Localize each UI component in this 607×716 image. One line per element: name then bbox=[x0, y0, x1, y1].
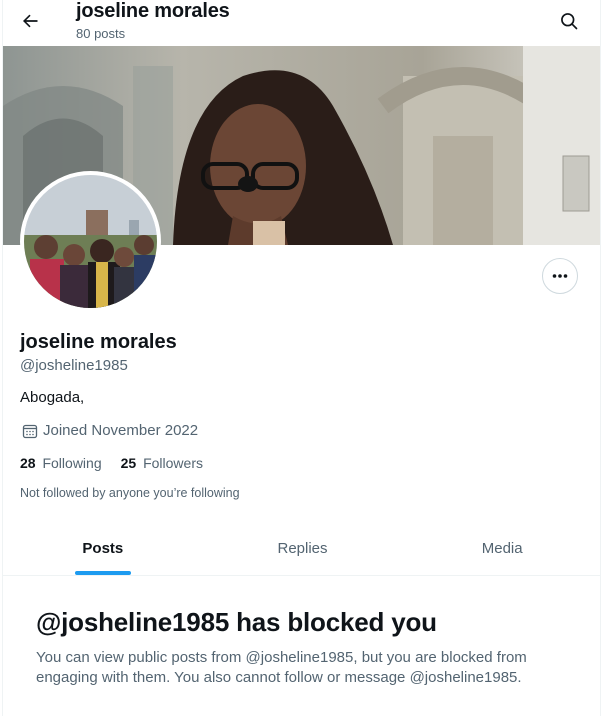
more-dots-icon bbox=[552, 274, 568, 278]
search-button[interactable] bbox=[554, 6, 584, 36]
arrow-left-icon bbox=[23, 14, 38, 28]
avatar-photo bbox=[24, 175, 157, 308]
not-followed-note: Not followed by anyone you’re following bbox=[20, 486, 240, 500]
following-count: 28 bbox=[20, 455, 36, 471]
back-button[interactable] bbox=[15, 6, 45, 36]
joined-text: Joined November 2022 bbox=[43, 422, 199, 439]
profile-tabs: Posts Replies Media bbox=[3, 521, 600, 576]
follow-stats: 28 Following 25 Followers bbox=[20, 455, 222, 471]
tab-replies[interactable]: Replies bbox=[203, 521, 403, 575]
header-title: joseline morales bbox=[76, 0, 230, 22]
search-icon bbox=[561, 13, 578, 30]
profile-page: joseline morales 80 posts joseline moral… bbox=[2, 0, 601, 716]
top-bar: joseline morales 80 posts bbox=[3, 0, 600, 46]
profile-name: joseline morales bbox=[20, 331, 177, 353]
header-posts-count: 80 posts bbox=[76, 26, 126, 41]
following-label: Following bbox=[42, 455, 102, 471]
tab-media-label: Media bbox=[481, 539, 523, 557]
followers-count: 25 bbox=[120, 455, 137, 471]
profile-bio: Abogada, bbox=[20, 389, 85, 406]
profile-handle: @josheline1985 bbox=[20, 357, 128, 374]
followers-link[interactable]: 25 Followers bbox=[121, 455, 203, 471]
tab-posts[interactable]: Posts bbox=[3, 521, 203, 575]
following-link[interactable]: 28 Following bbox=[20, 455, 102, 471]
tab-media[interactable]: Media bbox=[402, 521, 600, 575]
profile-avatar[interactable] bbox=[20, 171, 161, 312]
joined-date: Joined November 2022 bbox=[20, 422, 198, 439]
more-options-button[interactable] bbox=[542, 258, 578, 294]
tab-posts-label: Posts bbox=[82, 539, 124, 557]
followers-label: Followers bbox=[143, 455, 203, 471]
tab-replies-label: Replies bbox=[277, 539, 328, 557]
calendar-icon bbox=[22, 424, 38, 438]
blocked-title: @josheline1985 has blocked you bbox=[36, 607, 437, 637]
blocked-message: You can view public posts from @joshelin… bbox=[36, 649, 527, 686]
active-tab-indicator bbox=[74, 571, 131, 575]
